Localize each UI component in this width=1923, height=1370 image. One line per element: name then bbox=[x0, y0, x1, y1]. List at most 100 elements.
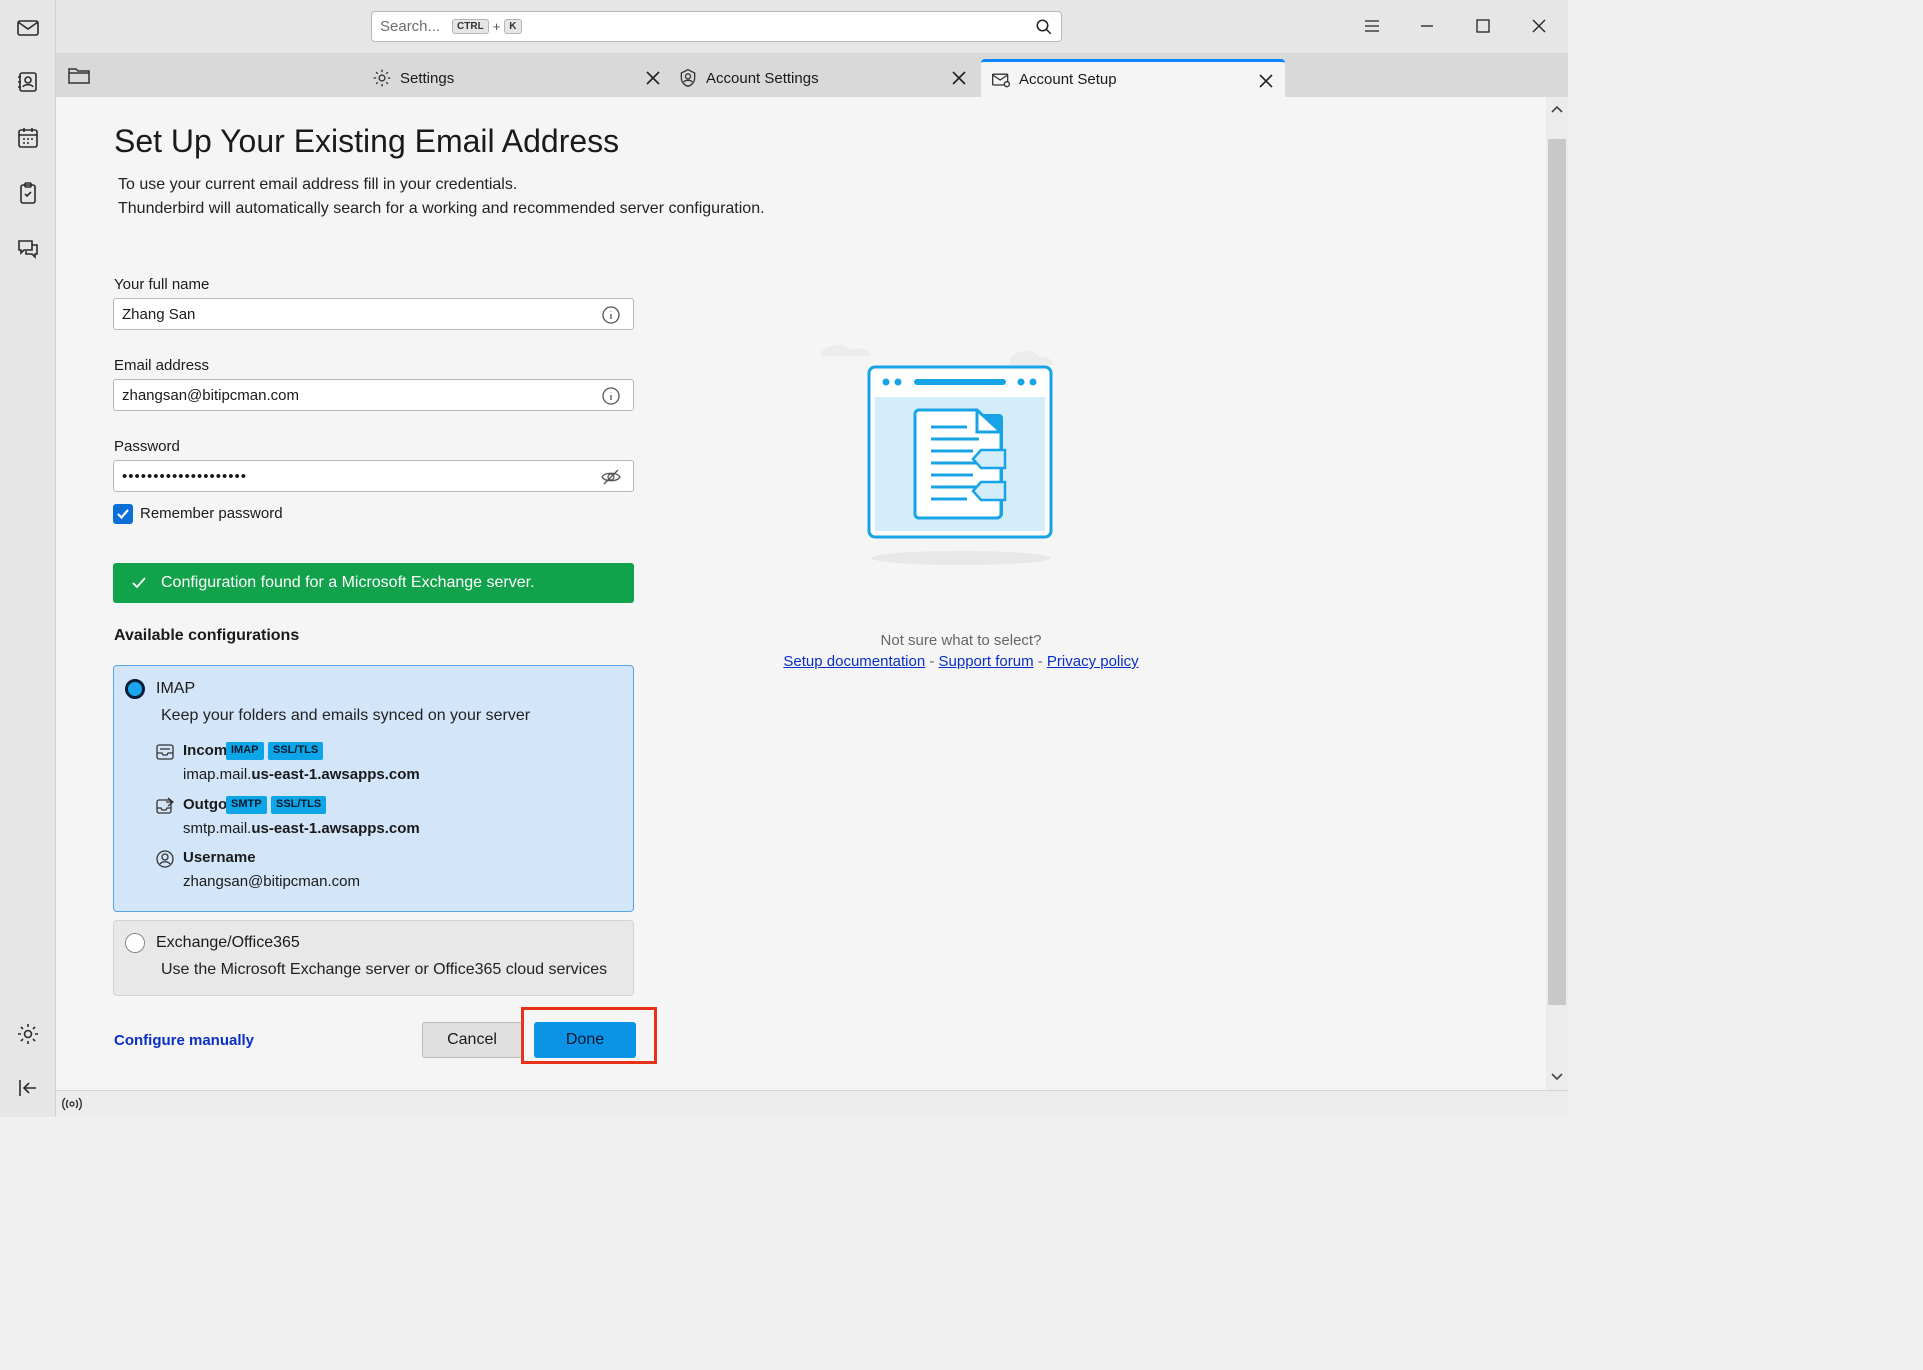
hamburger-menu-icon bbox=[1365, 20, 1379, 32]
privacy-policy-link[interactable]: Privacy policy bbox=[1047, 653, 1139, 670]
page-title: Set Up Your Existing Email Address bbox=[114, 123, 620, 159]
outbox-icon bbox=[156, 797, 174, 814]
mail-settings-icon bbox=[992, 73, 1010, 87]
full-name-field[interactable]: Zhang San bbox=[113, 298, 634, 330]
tab-settings[interactable]: Settings bbox=[372, 59, 672, 97]
security-badge: SSL/TLS bbox=[268, 742, 324, 760]
full-name-label: Your full name bbox=[114, 276, 210, 293]
settings-space-button[interactable] bbox=[8, 1014, 48, 1054]
app-menu-button[interactable] bbox=[1357, 12, 1387, 40]
imap-title: IMAP bbox=[156, 680, 196, 697]
outgoing-host: smtp.mail.us-east-1.awsapps.com bbox=[183, 820, 420, 837]
password-field[interactable]: •••••••••••••••••••• bbox=[113, 460, 634, 492]
username-label: Username bbox=[183, 849, 256, 866]
host-prefix: imap.mail. bbox=[183, 766, 252, 783]
search-input[interactable]: Search... CTRL + K bbox=[371, 11, 1062, 42]
shortcut-plus: + bbox=[492, 19, 501, 34]
help-question: Not sure what to select? bbox=[880, 632, 1042, 649]
done-highlight-box bbox=[521, 1007, 657, 1064]
tab-account-settings[interactable]: Account Settings bbox=[678, 59, 978, 97]
tasks-icon bbox=[20, 182, 36, 204]
hide-password-icon[interactable] bbox=[601, 467, 621, 487]
maximize-button[interactable] bbox=[1468, 12, 1498, 40]
link-separator: - bbox=[1037, 653, 1043, 670]
page-subtitle: To use your current email address fill i… bbox=[118, 173, 765, 221]
collapse-left-icon bbox=[19, 1080, 36, 1096]
vertical-scrollbar[interactable] bbox=[1546, 97, 1568, 1090]
subtitle-line-2: Thunderbird will automatically search fo… bbox=[118, 200, 765, 217]
user-icon bbox=[156, 850, 174, 868]
info-icon[interactable] bbox=[601, 386, 621, 406]
available-configurations-heading: Available configurations bbox=[114, 627, 300, 644]
chat-space-button[interactable] bbox=[8, 228, 48, 268]
tab-bar: Settings Account Settings Account Setup bbox=[56, 53, 1568, 97]
exchange-title: Exchange/Office365 bbox=[156, 934, 300, 951]
info-icon[interactable] bbox=[601, 305, 621, 325]
host-domain: us-east-1.awsapps.com bbox=[251, 766, 420, 783]
online-status-icon[interactable] bbox=[62, 1096, 82, 1112]
tab-label: Account Setup bbox=[1019, 71, 1117, 88]
close-tab-icon[interactable] bbox=[950, 69, 968, 87]
scroll-up-icon[interactable] bbox=[1549, 101, 1565, 117]
incoming-host: imap.mail.us-east-1.awsapps.com bbox=[183, 766, 420, 783]
close-tab-icon[interactable] bbox=[1257, 72, 1275, 90]
email-label: Email address bbox=[114, 357, 210, 374]
collapse-spaces-button[interactable] bbox=[8, 1068, 48, 1108]
checkmark-icon bbox=[117, 509, 129, 520]
scrollbar-thumb[interactable] bbox=[1548, 139, 1566, 1005]
check-icon bbox=[132, 577, 146, 589]
cancel-button[interactable]: Cancel bbox=[422, 1022, 522, 1058]
spaces-toolbar bbox=[0, 0, 56, 1117]
exchange-config-option[interactable]: Exchange/Office365 Use the Microsoft Exc… bbox=[113, 920, 634, 996]
maximize-icon bbox=[1476, 19, 1490, 33]
protocol-badge: SMTP bbox=[226, 796, 267, 814]
account-setup-page: Set Up Your Existing Email Address To us… bbox=[56, 97, 1546, 1090]
address-book-icon bbox=[18, 72, 37, 92]
imap-description: Keep your folders and emails synced on y… bbox=[161, 707, 531, 724]
imap-config-option[interactable]: IMAP Keep your folders and emails synced… bbox=[113, 665, 634, 912]
chat-icon bbox=[18, 240, 38, 259]
password-label: Password bbox=[114, 438, 180, 455]
status-bar bbox=[56, 1090, 1568, 1117]
gear-icon bbox=[18, 1024, 38, 1044]
scroll-down-icon[interactable] bbox=[1549, 1069, 1565, 1085]
calendar-space-button[interactable] bbox=[8, 118, 48, 158]
address-book-space-button[interactable] bbox=[8, 62, 48, 102]
close-tab-icon[interactable] bbox=[644, 69, 662, 87]
subtitle-line-1: To use your current email address fill i… bbox=[118, 176, 518, 193]
gear-icon bbox=[373, 69, 391, 87]
imap-radio[interactable] bbox=[125, 679, 145, 699]
exchange-description: Use the Microsoft Exchange server or Off… bbox=[161, 961, 608, 978]
configure-manually-link[interactable]: Configure manually bbox=[114, 1032, 254, 1049]
support-forum-link[interactable]: Support forum bbox=[939, 653, 1034, 670]
tasks-space-button[interactable] bbox=[8, 173, 48, 213]
search-icon[interactable] bbox=[1035, 18, 1053, 36]
security-badge: SSL/TLS bbox=[271, 796, 327, 814]
tab-label: Account Settings bbox=[706, 69, 819, 87]
username-value: zhangsan@bitipcman.com bbox=[183, 873, 360, 890]
password-value: •••••••••••••••••••• bbox=[122, 467, 248, 485]
calendar-icon bbox=[18, 128, 38, 148]
exchange-radio[interactable] bbox=[125, 933, 145, 953]
close-window-button[interactable] bbox=[1524, 12, 1554, 40]
inbox-icon bbox=[156, 744, 174, 760]
account-icon bbox=[680, 68, 696, 88]
protocol-badge: IMAP bbox=[226, 742, 264, 760]
shortcut-ctrl-key: CTRL bbox=[452, 19, 489, 34]
link-separator: - bbox=[929, 653, 935, 670]
minimize-button[interactable] bbox=[1412, 12, 1442, 40]
remember-password-checkbox[interactable] bbox=[113, 504, 133, 524]
help-links: Setup documentation - Support forum - Pr… bbox=[776, 653, 1146, 670]
tab-account-setup[interactable]: Account Setup bbox=[981, 59, 1285, 97]
minimize-icon bbox=[1421, 25, 1433, 27]
remember-password-label[interactable]: Remember password bbox=[140, 505, 283, 522]
config-found-message: Configuration found for a Microsoft Exch… bbox=[161, 574, 535, 591]
email-field[interactable]: zhangsan@bitipcman.com bbox=[113, 379, 634, 411]
shortcut-k-key: K bbox=[504, 19, 522, 34]
email-value: zhangsan@bitipcman.com bbox=[122, 386, 299, 404]
folder-icon[interactable] bbox=[68, 66, 90, 84]
setup-documentation-link[interactable]: Setup documentation bbox=[783, 653, 925, 670]
mail-space-button[interactable] bbox=[8, 8, 48, 48]
title-bar: Search... CTRL + K bbox=[56, 0, 1568, 53]
mail-icon bbox=[17, 20, 39, 36]
